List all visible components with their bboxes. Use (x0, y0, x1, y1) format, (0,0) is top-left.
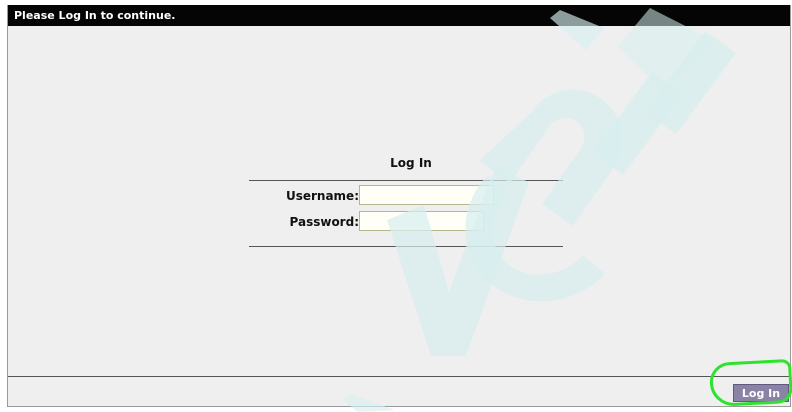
login-button[interactable]: Log In (733, 384, 789, 402)
bottom-divider (249, 246, 563, 247)
login-content-area: Log In Username: Password: (8, 26, 790, 376)
login-heading: Log In (390, 156, 432, 170)
login-footer: Log In (8, 376, 790, 406)
login-window: Please Log In to continue. Log In Userna… (7, 5, 791, 407)
top-divider (249, 180, 563, 181)
password-input[interactable] (359, 211, 484, 231)
username-label: Username: (285, 189, 359, 203)
window-title: Please Log In to continue. (8, 5, 790, 26)
password-label: Password: (289, 215, 360, 229)
login-form: Log In Username: Password: (249, 154, 563, 247)
username-input[interactable] (359, 185, 494, 205)
username-row: Username: (249, 185, 563, 207)
password-row: Password: (249, 211, 563, 233)
